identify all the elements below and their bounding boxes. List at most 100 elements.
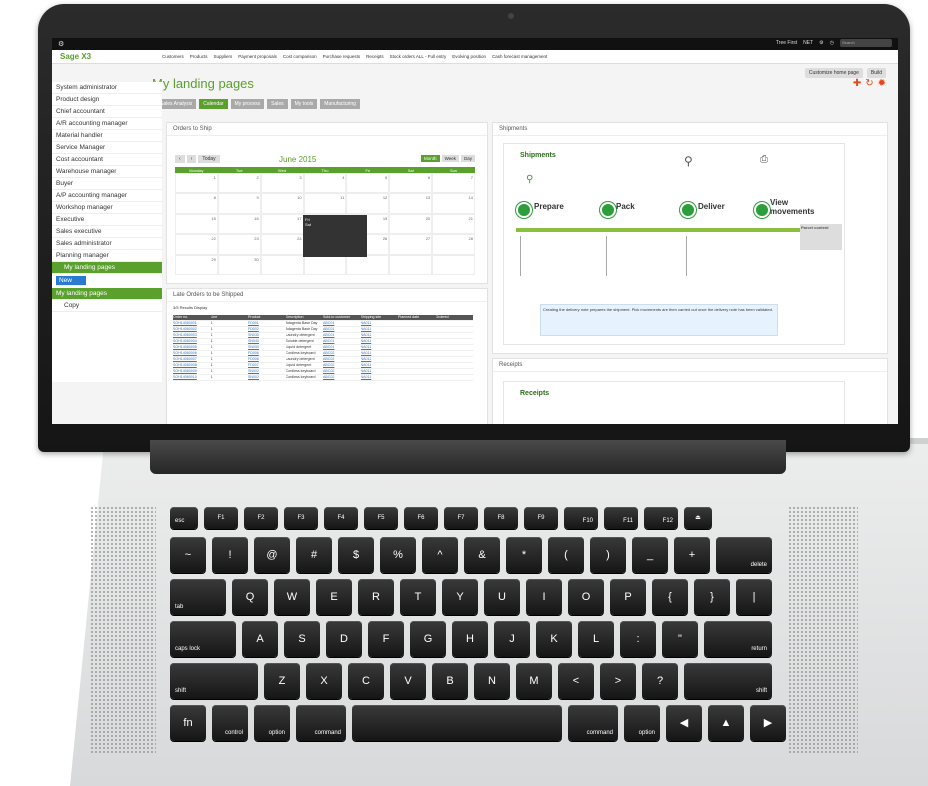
key--[interactable]: | xyxy=(736,579,772,615)
tab-manufacturing[interactable]: Manufacturing xyxy=(320,99,360,109)
calendar-day[interactable] xyxy=(346,254,390,275)
calendar-day[interactable]: 20 xyxy=(389,213,433,235)
calendar-day[interactable]: 13 xyxy=(389,193,433,214)
table-cell[interactable]: NA011 xyxy=(361,321,399,326)
key-g[interactable]: G xyxy=(410,621,446,657)
movements-step-icon[interactable] xyxy=(754,202,770,218)
key--[interactable]: * xyxy=(506,537,542,573)
table-cell[interactable]: ABC01 xyxy=(323,339,361,344)
key--[interactable]: ( xyxy=(548,537,584,573)
menu-item[interactable]: Receipts xyxy=(366,54,384,59)
key--[interactable]: _ xyxy=(632,537,668,573)
calendar-day[interactable]: 28 xyxy=(432,234,475,255)
column-header[interactable]: Line xyxy=(211,315,249,320)
tab-sales-analysis[interactable]: Sales Analysis xyxy=(156,99,197,109)
key-f11[interactable]: F11 xyxy=(604,507,638,529)
sidebar-item-my-landing-pages[interactable]: My landing pages xyxy=(52,262,162,274)
key-n[interactable]: N xyxy=(474,663,510,699)
key--[interactable]: : xyxy=(620,621,656,657)
key-option[interactable]: option xyxy=(254,705,290,741)
table-cell[interactable]: FD007 xyxy=(248,363,286,368)
calendar-day[interactable]: 3 xyxy=(260,173,304,194)
calendar-day[interactable]: 22 xyxy=(175,234,218,255)
key--[interactable]: # xyxy=(296,537,332,573)
key--[interactable]: ▲ xyxy=(708,705,744,741)
key-f8[interactable]: F8 xyxy=(484,507,518,529)
calendar-day[interactable]: 16 xyxy=(217,213,261,235)
calendar-day[interactable]: 30 xyxy=(217,254,261,275)
calendar-day[interactable]: 8 xyxy=(175,193,218,214)
key-f2[interactable]: F2 xyxy=(244,507,278,529)
key-f7[interactable]: F7 xyxy=(444,507,478,529)
sidebar-item[interactable]: Material handler xyxy=(52,130,162,142)
step-pack[interactable]: Pack xyxy=(616,202,635,211)
table-cell[interactable]: ABC02 xyxy=(323,351,361,356)
table-cell[interactable]: SOH14060002 xyxy=(173,327,211,332)
pack-step-icon[interactable] xyxy=(600,202,616,218)
calendar-day[interactable]: 2 xyxy=(217,173,261,194)
table-cell[interactable]: SN030 xyxy=(248,333,286,338)
key-fn[interactable]: fn xyxy=(170,705,206,741)
sidebar-item[interactable]: Warehouse manager xyxy=(52,166,162,178)
key-return[interactable]: return xyxy=(704,621,772,657)
calendar-day[interactable]: 6 xyxy=(389,173,433,194)
today-button[interactable]: Today xyxy=(198,155,220,163)
build-button[interactable]: Build xyxy=(866,68,886,78)
key-f1[interactable]: F1 xyxy=(204,507,238,529)
key--[interactable]: ◀ xyxy=(666,705,702,741)
table-cell[interactable]: NA011 xyxy=(361,369,399,374)
table-cell[interactable]: SOH14060003 xyxy=(173,333,211,338)
key--[interactable]: ~ xyxy=(170,537,206,573)
sidebar-item[interactable]: Workshop manager xyxy=(52,202,162,214)
key--[interactable]: % xyxy=(380,537,416,573)
key-u[interactable]: U xyxy=(484,579,520,615)
tab-sales[interactable]: Sales xyxy=(267,99,288,109)
key-shift[interactable]: shift xyxy=(684,663,772,699)
key-caps-lock[interactable]: caps lock xyxy=(170,621,236,657)
table-cell[interactable]: SOH14060008 xyxy=(173,363,211,368)
table-cell[interactable]: SOH14060005 xyxy=(173,345,211,350)
table-row[interactable]: SOH14060010 1 SN002 Cordless keyboard ABC02 N… xyxy=(173,375,473,381)
column-header[interactable]: Order no. xyxy=(173,315,211,320)
key-control[interactable]: control xyxy=(212,705,248,741)
step-view-movements[interactable]: View movements xyxy=(770,198,830,216)
prev-button[interactable]: ‹ xyxy=(175,155,185,163)
key-delete[interactable]: delete xyxy=(716,537,772,573)
key-f9[interactable]: F9 xyxy=(524,507,558,529)
key--[interactable]: ) xyxy=(590,537,626,573)
table-cell[interactable]: FD006 xyxy=(248,351,286,356)
clock-icon[interactable]: ◷ xyxy=(830,40,834,46)
view-week-button[interactable]: Week xyxy=(441,155,459,162)
calendar-day[interactable]: 14 xyxy=(432,193,475,214)
add-icon[interactable]: ✚ xyxy=(853,78,861,89)
sidebar-item[interactable]: Sales executive xyxy=(52,226,162,238)
calendar-day[interactable]: 9 xyxy=(217,193,261,214)
column-header[interactable]: Ordered xyxy=(436,315,474,320)
settings-icon[interactable]: ✹ xyxy=(878,78,886,89)
sidebar-item[interactable]: Service Manager xyxy=(52,142,162,154)
table-cell[interactable]: SN002 xyxy=(248,375,286,380)
key-q[interactable]: Q xyxy=(232,579,268,615)
key--[interactable]: " xyxy=(662,621,698,657)
calendar-day[interactable]: 27 xyxy=(389,234,433,255)
key-f5[interactable]: F5 xyxy=(364,507,398,529)
calendar-day[interactable] xyxy=(303,254,347,275)
table-cell[interactable]: ABC02 xyxy=(323,357,361,362)
key-m[interactable]: M xyxy=(516,663,552,699)
key-y[interactable]: Y xyxy=(442,579,478,615)
table-cell[interactable]: SOH14060004 xyxy=(173,339,211,344)
topbar-item[interactable]: Tree First xyxy=(776,40,797,46)
table-cell[interactable]: ABC01 xyxy=(323,333,361,338)
key--[interactable]: > xyxy=(600,663,636,699)
view-day-button[interactable]: Day xyxy=(460,155,475,162)
key-d[interactable]: D xyxy=(326,621,362,657)
sidebar-item[interactable]: Product design xyxy=(52,94,162,106)
calendar-day[interactable]: 10 xyxy=(260,193,304,214)
key--[interactable]: $ xyxy=(338,537,374,573)
key-v[interactable]: V xyxy=(390,663,426,699)
key-f[interactable]: F xyxy=(368,621,404,657)
key-option[interactable]: option xyxy=(624,705,660,741)
key-p[interactable]: P xyxy=(610,579,646,615)
key-x[interactable]: X xyxy=(306,663,342,699)
calendar-day[interactable]: 17 xyxy=(260,213,304,235)
